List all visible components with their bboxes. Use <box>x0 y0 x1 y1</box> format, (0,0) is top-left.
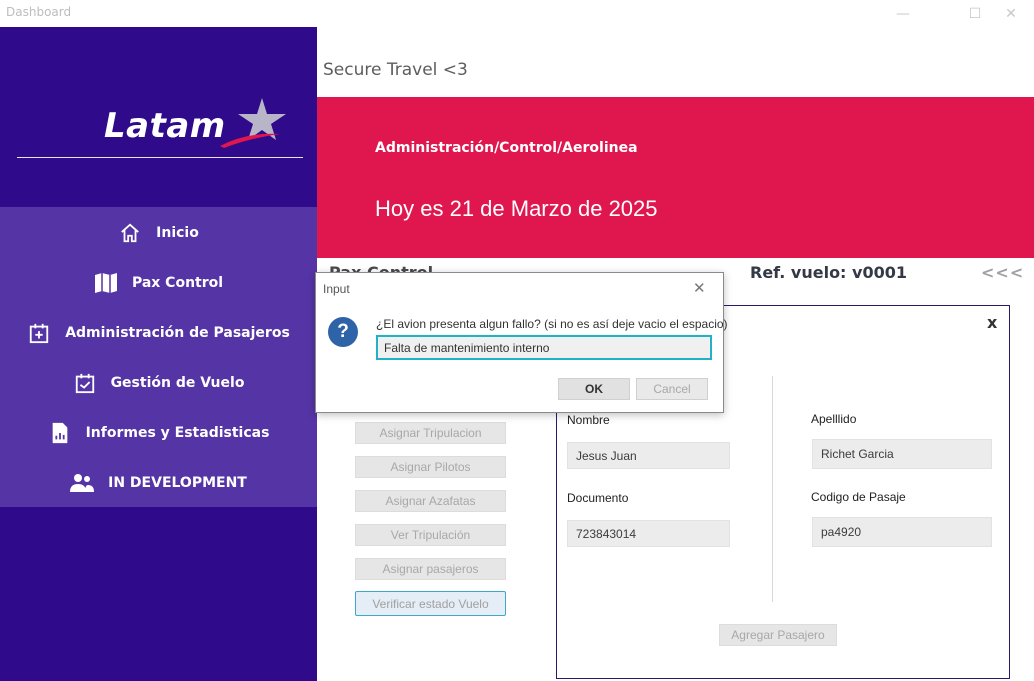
dialog-close-button[interactable]: ✕ <box>693 279 706 297</box>
nombre-label: Nombre <box>567 413 610 427</box>
form-divider <box>772 376 773 602</box>
cancel-button[interactable]: Cancel <box>636 378 708 400</box>
banner: Administración/Control/Aerolinea Hoy es … <box>317 97 1034 258</box>
sidebar-item-label: IN DEVELOPMENT <box>108 475 247 491</box>
question-icon: ? <box>328 317 358 347</box>
book-map-icon <box>94 271 118 295</box>
window-title: Dashboard <box>6 5 72 19</box>
sidebar-item-label: Informes y Estadisticas <box>85 425 270 441</box>
home-icon <box>118 221 142 245</box>
minimize-button[interactable]: — <box>880 0 926 27</box>
collapse-back-button[interactable]: <<< <box>981 263 1024 282</box>
minimize-icon: — <box>896 5 910 22</box>
agregar-pasajero-button[interactable]: Agregar Pasajero <box>719 624 837 646</box>
sidebar-item-in-development[interactable]: IN DEVELOPMENT <box>0 458 317 508</box>
breadcrumb: Administración/Control/Aerolinea <box>375 140 638 156</box>
sidebar: Latam Inicio Pax Control Administración … <box>0 27 317 681</box>
sidebar-item-informes[interactable]: Informes y Estadisticas <box>0 408 317 458</box>
ver-tripulacion-button[interactable]: Ver Tripulación <box>355 524 506 546</box>
codigo-pasaje-label: Codigo de Pasaje <box>811 490 906 504</box>
documento-label: Documento <box>567 491 629 505</box>
close-icon: ✕ <box>1005 5 1017 22</box>
dashboard-window: Dashboard — ☐ ✕ Latam Inicio Pax Control <box>0 0 1034 681</box>
calendar-check-icon <box>73 371 97 395</box>
dialog-title: Input <box>323 282 350 296</box>
dialog-message: ¿El avion presenta algun fallo? (si no e… <box>376 317 728 331</box>
people-icon <box>70 471 95 495</box>
flight-ref-label: Ref. vuelo: v0001 <box>750 263 907 282</box>
sidebar-item-admin-pasajeros[interactable]: Administración de Pasajeros <box>0 308 317 358</box>
sidebar-item-pax-control[interactable]: Pax Control <box>0 258 317 308</box>
sidebar-menu: Inicio Pax Control Administración de Pas… <box>0 207 317 507</box>
apellido-label: Apelllido <box>811 412 857 426</box>
calendar-add-icon <box>27 321 51 345</box>
input-dialog: Input ✕ ? ¿El avion presenta algun fallo… <box>315 272 728 413</box>
apellido-field[interactable]: Richet Garcia <box>812 439 992 469</box>
title-bar: Dashboard — ☐ ✕ <box>0 0 1034 27</box>
maximize-icon: ☐ <box>968 5 982 22</box>
asignar-pilotos-button[interactable]: Asignar Pilotos <box>355 456 506 478</box>
sidebar-item-label: Pax Control <box>131 275 224 291</box>
fallo-input[interactable] <box>376 335 712 360</box>
sidebar-item-label: Gestión de Vuelo <box>110 375 245 391</box>
ok-button[interactable]: OK <box>558 378 630 400</box>
date-text: Hoy es 21 de Marzo de 2025 <box>375 196 658 221</box>
asignar-azafatas-button[interactable]: Asignar Azafatas <box>355 490 506 512</box>
sidebar-item-gestion-vuelo[interactable]: Gestión de Vuelo <box>0 358 317 408</box>
asignar-tripulacion-button[interactable]: Asignar Tripulacion <box>355 422 506 444</box>
app-header-text: Secure Travel <3 <box>323 60 468 80</box>
nombre-field[interactable]: Jesus Juan <box>567 442 730 469</box>
report-file-icon <box>48 421 72 445</box>
sidebar-item-label: Administración de Pasajeros <box>65 325 290 341</box>
close-window-button[interactable]: ✕ <box>988 0 1034 27</box>
documento-field[interactable]: 723843014 <box>567 520 730 547</box>
sidebar-item-label: Inicio <box>156 225 199 241</box>
codigo-pasaje-field[interactable]: pa4920 <box>812 517 992 547</box>
verificar-estado-vuelo-button[interactable]: Verificar estado Vuelo <box>355 591 506 616</box>
logo-text: Latam <box>104 106 226 146</box>
logo-divider <box>17 157 303 158</box>
sidebar-item-inicio[interactable]: Inicio <box>0 208 317 258</box>
asignar-pasajeros-button[interactable]: Asignar pasajeros <box>355 558 506 580</box>
panel-close-button[interactable]: x <box>987 313 997 332</box>
latam-star-logo-icon <box>220 98 286 148</box>
